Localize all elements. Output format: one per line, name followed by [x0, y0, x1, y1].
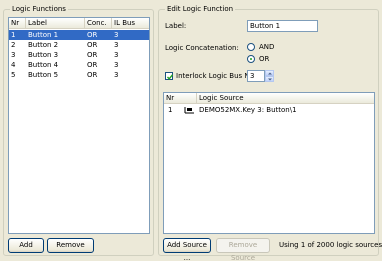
- interlock-bus-input[interactable]: 3: [247, 70, 265, 82]
- column-header-ilbus[interactable]: IL Bus: [112, 18, 151, 29]
- add-button[interactable]: Add: [8, 238, 44, 253]
- remove-source-button[interactable]: Remove Source: [216, 238, 270, 261]
- cell-conc: OR: [87, 61, 98, 69]
- label-caption: Label:: [165, 22, 187, 30]
- radio-selected-dot: [250, 58, 252, 60]
- column-header-conc[interactable]: Conc.: [85, 18, 112, 29]
- cell-label: Button 5: [28, 71, 59, 79]
- cell-ilbus: 3: [114, 31, 119, 39]
- logic-source-icon: [184, 105, 195, 115]
- edit-logic-function-group: Edit Logic Function Label: Button 1 Logi…: [158, 5, 382, 261]
- table-row[interactable]: 3 Button 3 OR 3: [9, 50, 149, 60]
- logic-functions-title: Logic Functions: [10, 5, 68, 14]
- column-header-source-nr[interactable]: Nr: [164, 93, 197, 104]
- cell-nr: 5: [11, 71, 16, 79]
- cell-label: Button 1: [28, 31, 59, 39]
- concatenation-caption: Logic Concatenation:: [165, 44, 239, 52]
- column-header-nr[interactable]: Nr: [9, 18, 26, 29]
- interlock-spinner[interactable]: [265, 70, 274, 82]
- logic-sources-list[interactable]: Nr Logic Source 1 DEMO52MX.Key 3: Button\…: [163, 92, 375, 234]
- logic-functions-list[interactable]: Nr Label Conc. IL Bus 1 Button 1 OR 3 2 Butto…: [8, 17, 150, 234]
- and-label: AND: [259, 43, 275, 51]
- add-source-button[interactable]: Add Source ...: [163, 238, 211, 261]
- or-label: OR: [259, 55, 270, 63]
- table-row[interactable]: 4 Button 4 OR 3: [9, 60, 149, 70]
- cell-ilbus: 3: [114, 41, 119, 49]
- table-row[interactable]: 2 Button 2 OR 3: [9, 40, 149, 50]
- edit-logic-function-title: Edit Logic Function: [165, 5, 236, 14]
- table-row[interactable]: 5 Button 5 OR 3: [9, 70, 149, 80]
- cell-nr: 2: [11, 41, 16, 49]
- label-input[interactable]: Button 1: [247, 20, 318, 32]
- or-radio[interactable]: [247, 55, 255, 63]
- list-header: Nr Label Conc. IL Bus: [9, 18, 149, 29]
- remove-button[interactable]: Remove: [47, 238, 94, 253]
- cell-nr: 3: [11, 51, 16, 59]
- cell-ilbus: 3: [114, 51, 119, 59]
- cell-label: Button 3: [28, 51, 59, 59]
- cell-conc: OR: [87, 71, 98, 79]
- arrow-down-icon: [268, 78, 272, 81]
- cell-conc: OR: [87, 31, 98, 39]
- status-text: Using 1 of 2000 logic sources: [279, 241, 382, 249]
- sources-header: Nr Logic Source: [164, 93, 374, 104]
- cell-ilbus: 3: [114, 61, 119, 69]
- concat-and-option[interactable]: AND: [247, 43, 287, 53]
- source-row[interactable]: 1 DEMO52MX.Key 3: Button\1: [164, 105, 374, 115]
- concat-or-option[interactable]: OR: [247, 55, 287, 65]
- and-radio[interactable]: [247, 43, 255, 51]
- column-header-logic-source[interactable]: Logic Source: [197, 93, 376, 104]
- checkmark-icon: [166, 74, 174, 80]
- cell-source-nr: 1: [168, 106, 173, 114]
- interlock-checkbox[interactable]: [165, 72, 174, 80]
- cell-label: Button 2: [28, 41, 59, 49]
- table-row[interactable]: 1 Button 1 OR 3: [9, 30, 149, 40]
- cell-label: Button 4: [28, 61, 59, 69]
- cell-nr: 1: [11, 31, 16, 39]
- cell-conc: OR: [87, 41, 98, 49]
- cell-conc: OR: [87, 51, 98, 59]
- logic-functions-group: Logic Functions Nr Label Conc. IL Bus 1 B…: [3, 5, 154, 256]
- interlock-caption: Interlock Logic Bus Nr:: [176, 72, 255, 80]
- cell-logic-source: DEMO52MX.Key 3: Button\1: [199, 106, 297, 114]
- cell-ilbus: 3: [114, 71, 119, 79]
- cell-nr: 4: [11, 61, 16, 69]
- column-header-label[interactable]: Label: [26, 18, 85, 29]
- spin-down-button[interactable]: [265, 76, 274, 82]
